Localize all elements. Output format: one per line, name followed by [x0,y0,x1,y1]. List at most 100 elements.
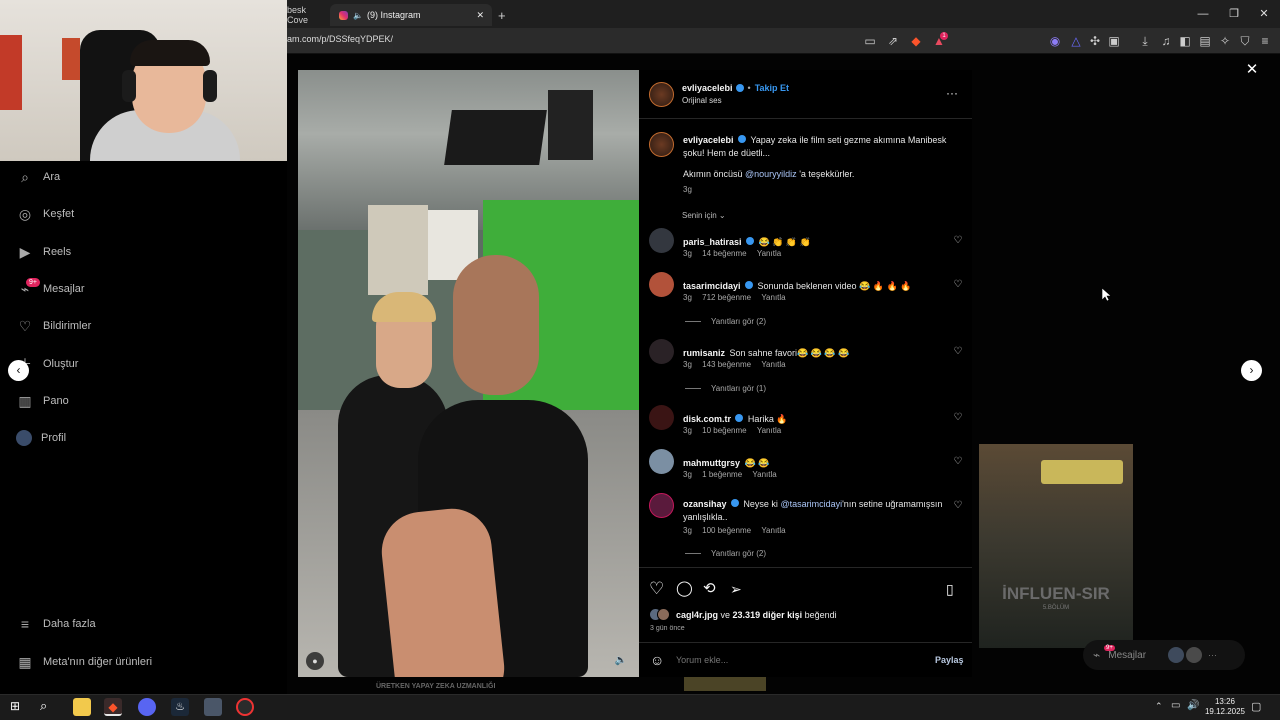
extensions-icon[interactable]: ✣ [1087,33,1103,49]
network-icon[interactable]: ▭ [1171,700,1180,711]
notification-center-icon[interactable]: ▢ [1251,700,1261,713]
post-photo[interactable]: ● 🔈 [298,70,639,677]
save-icon[interactable]: ▯ [946,580,962,598]
modal-close-button[interactable]: ✕ [1244,62,1260,78]
windows-start-icon[interactable]: ⊞ [10,700,23,713]
comment-avatar[interactable] [649,493,674,518]
sidebar-meta-products[interactable]: ▦ Meta'nın diğer ürünleri [16,650,152,674]
media-icon[interactable]: ♫ [1158,33,1174,49]
emoji-icon[interactable]: ☺ [650,652,666,668]
like-comment-icon[interactable]: ♡ [953,501,963,511]
ai-icon[interactable]: ✧ [1217,33,1233,49]
comment-username[interactable]: ozansihay [683,499,727,509]
comment-mention[interactable]: @tasarimcidayi [780,499,842,509]
comment-username[interactable]: tasarimcidayi [683,281,741,291]
url-field[interactable]: am.com/p/DSSfeqYDPEK/ [287,34,393,44]
comment-sort-dropdown[interactable]: Senin için ⌄ [682,211,726,220]
more-options-icon[interactable]: ··· [946,86,958,100]
comment-avatar[interactable] [649,339,674,364]
caption-avatar[interactable] [649,132,674,157]
like-comment-icon[interactable]: ♡ [953,236,963,246]
comment-username[interactable]: rumisaniz [683,348,725,358]
share-icon[interactable]: ➢ [730,580,748,598]
sidebar-item-bildirimler[interactable]: ♡ Bildirimler [16,314,92,338]
comment-avatar[interactable] [649,228,674,253]
previous-post-button[interactable]: ‹ [8,360,29,381]
sidebar-item-kesfet[interactable]: ◎ Keşfet [16,202,74,226]
audio-label[interactable]: Orijinal ses [682,96,722,105]
tab-close-icon[interactable]: ✕ [476,10,484,21]
reply-button[interactable]: Yanıtla [757,426,781,435]
comment-likes[interactable]: 712 beğenme [702,293,751,302]
wallet-icon[interactable]: ▤ [1197,33,1213,49]
comment-likes[interactable]: 14 beğenme [702,249,746,258]
comment-likes[interactable]: 100 beğenme [702,526,751,535]
new-tab-button[interactable]: + [498,4,512,26]
search-icon[interactable]: ⌕ [40,698,56,714]
background-reel-thumbnail[interactable]: İNFLUEN-SIR 5.BÖLÜM [979,444,1133,648]
share-icon[interactable]: ⇗ [885,33,901,49]
view-replies-button[interactable]: Yanıtları gör (2) [685,317,766,326]
like-comment-icon[interactable]: ♡ [953,280,963,290]
reply-button[interactable]: Yanıtla [761,360,785,369]
comment-avatar[interactable] [649,272,674,297]
minimize-button[interactable]: — [1195,6,1211,22]
author-username[interactable]: evliyacelebi [682,83,733,93]
comment-likes[interactable]: 143 beğenme [702,360,751,369]
like-button[interactable]: ♡ [649,580,667,598]
sidebar-item-pano[interactable]: ▥ Pano [16,389,68,413]
tray-chevron-icon[interactable]: ⌃ [1155,701,1163,712]
view-replies-button[interactable]: Yanıtları gör (1) [685,384,766,393]
repost-icon[interactable]: ⟲ [703,580,721,598]
brave-shield-icon[interactable]: ◆ [908,33,924,49]
cast-icon[interactable]: ▭ [862,33,878,49]
likes-summary[interactable]: cagl4r.jpg ve 23.319 diğer kişi beğendi [676,610,837,620]
steam-icon[interactable]: ♨ [171,698,189,716]
security-icon[interactable]: ⛉ [1237,33,1253,49]
comment-username[interactable]: disk.com.tr [683,414,731,424]
sidebar-item-profil[interactable]: Profil [16,426,66,450]
volume-icon[interactable]: 🔊 [1187,700,1199,711]
window-close-button[interactable]: ✕ [1256,6,1272,22]
download-icon[interactable]: ⤓ [1137,33,1153,49]
view-replies-button[interactable]: Yanıtları gör (2) [685,549,766,558]
reply-button[interactable]: Yanıtla [761,526,785,535]
like-comment-icon[interactable]: ♡ [953,413,963,423]
tagged-user-icon[interactable]: ● [306,652,324,670]
comment-avatar[interactable] [649,405,674,430]
comment-likes[interactable]: 10 beğenme [702,426,746,435]
like-comment-icon[interactable]: ♡ [953,457,963,467]
sidebar-item-reels[interactable]: ▶ Reels [16,240,72,264]
vpn-icon[interactable]: △ [1068,33,1084,49]
app-icon[interactable] [204,698,222,716]
discord-icon[interactable] [138,698,156,716]
comment-icon[interactable]: ◯ [676,580,694,598]
comment-username[interactable]: paris_hatirasi [683,237,742,247]
share-comment-button[interactable]: Paylaş [935,655,964,665]
next-post-button[interactable]: › [1241,360,1262,381]
like-comment-icon[interactable]: ♡ [953,347,963,357]
leo-icon[interactable]: ◉ [1047,33,1063,49]
restore-button[interactable]: ❐ [1226,6,1242,22]
menu-icon[interactable]: ≡ [1257,33,1273,49]
sidebar-item-ara[interactable]: ⌕ Ara [16,165,60,189]
reply-button[interactable]: Yanıtla [757,249,781,258]
taskbar-clock[interactable]: 13:26 19.12.2025 [1203,697,1247,717]
obs-icon[interactable] [236,698,254,716]
comment-likes[interactable]: 1 beğenme [702,470,742,479]
tab-manibesk[interactable]: besk Cove [287,4,327,26]
follow-button[interactable]: Takip Et [755,83,789,93]
tab-search-icon[interactable]: ▣ [1106,33,1122,49]
sidebar-toggle-icon[interactable]: ◧ [1177,33,1193,49]
brave-browser-icon[interactable]: ◆ [104,698,122,716]
tab-instagram[interactable]: 🔈 (9) Instagram ✕ [330,4,492,26]
comment-avatar[interactable] [649,449,674,474]
comment-username[interactable]: mahmuttgrsy [683,458,740,468]
author-avatar[interactable] [649,82,674,107]
file-explorer-icon[interactable] [73,698,91,716]
reply-button[interactable]: Yanıtla [752,470,776,479]
comment-input[interactable] [676,653,906,667]
mute-icon[interactable]: 🔈 [614,654,628,668]
reply-button[interactable]: Yanıtla [761,293,785,302]
sidebar-more[interactable]: ≡ Daha fazla [16,612,96,636]
